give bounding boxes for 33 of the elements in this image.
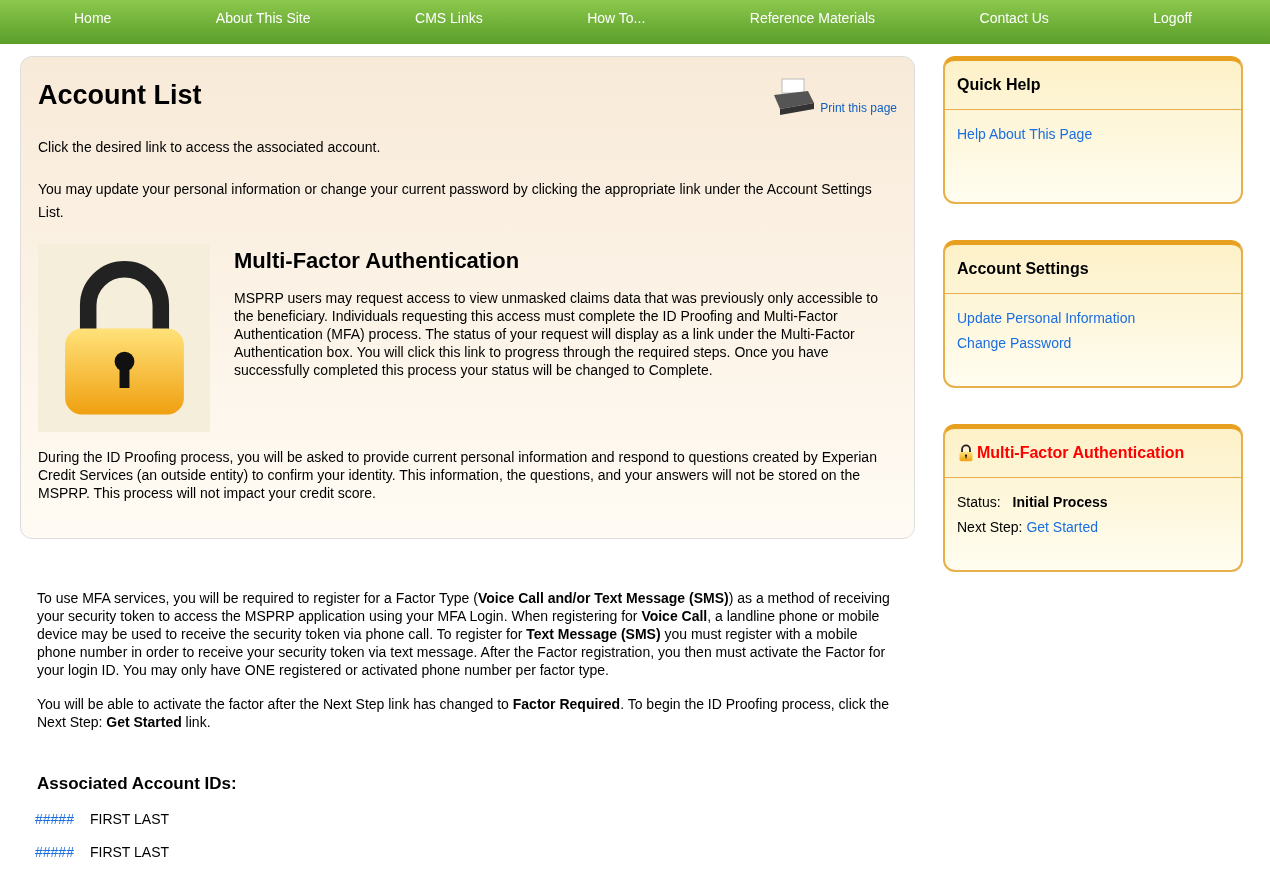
padlock-icon [957,444,975,462]
status-value: Initial Process [1012,493,1108,512]
mfa-heading: Multi-Factor Authentication [234,247,521,275]
intro-text: Click the desired link to access the associated account. [38,138,382,157]
nav-link[interactable]: About This Site [187,8,339,29]
nav-link[interactable]: Reference Materials [721,8,904,29]
intro-text: You may update your personal information or change your current password by clicking the appropriate link under the Account Settings List. [38,180,873,222]
sidebar-link[interactable]: Update Personal Information [957,306,1136,331]
printer-icon[interactable] [772,77,817,117]
activate-text: You will be able to activate the factor after the Next Step link has changed to Factor Required. To begin the ID Proofing process, click the Next Step: Get Started link. [37,695,891,731]
status-label: Status: [957,493,1001,512]
nav-link[interactable]: Contact Us [951,8,1077,29]
account-id-link[interactable]: ##### [35,808,74,830]
panel-title: Account Settings [957,259,1089,279]
nav-link[interactable]: CMS Links [387,8,511,29]
factor-text: To use MFA services, you will be required to register for a Factor Type (Voice Call and/or Text Message (SMS)) as a method of receiving your security token to access the MSPRP application using your MFA Login. When registering for Voice Call, a landline phone or mobile device may be used to receive the security token via phone call. To register for Text Message (SMS) you must register with a mobile phone number in order to receive your security token via text message. After the Factor registration, you then must activate the Factor for your login ID. You may only have ONE registered or activated phone number per factor type. [37,589,891,679]
accounts-heading: Associated Account IDs: [37,773,238,795]
nav-link[interactable]: Logoff [1125,8,1220,29]
mfa-description: MSPRP users may request access to view unmasked claims data that was previously only accessible to the beneficiary. Individuals requesting this access must complete the ID Proofing and Multi-Factor Authentication (MFA) process. The status of your request will display as a link under the Multi-Factor Authentication box. You will click this link to progress through the required steps. Once you have successfully completed this process your status will be changed to Complete. [234,289,880,379]
account-name: FIRST LAST [89,842,170,862]
print-link[interactable]: Print this page [820,99,897,117]
sidebar-link[interactable]: Help About This Page [957,122,1093,147]
panel-title: Multi-Factor Authentication [977,443,1185,463]
id-proofing-text: During the ID Proofing process, you will be asked to provide current personal information and respond to questions created by Experian Credit Services (an outside entity) to confirm your identity. This information, the questions, and your answers will not be stored on the MSPRP. This process will not impact your credit score. [38,448,878,502]
get-started-link[interactable]: Get Started [1026,515,1098,540]
panel-title: Quick Help [957,75,1041,95]
nav-link[interactable]: Home [46,8,140,29]
account-id-link[interactable]: ##### [35,841,74,863]
next-step-label: Next Step: [957,518,1023,537]
nav-link[interactable]: How To... [559,8,674,29]
page-title: Account List [38,79,202,112]
account-name: FIRST LAST [89,809,170,829]
sidebar-link[interactable]: Change Password [957,331,1072,356]
